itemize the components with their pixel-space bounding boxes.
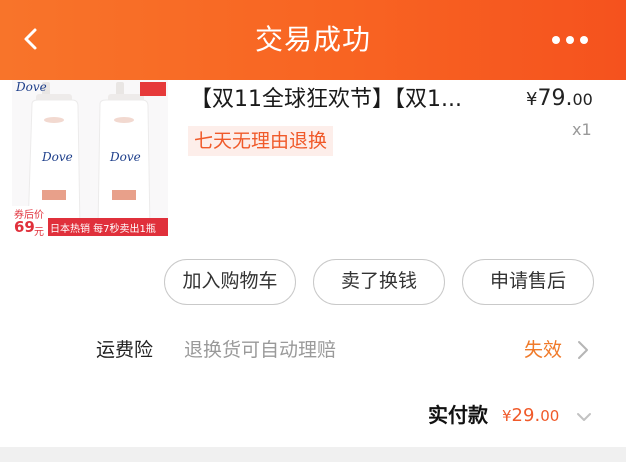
currency-symbol: ¥ xyxy=(526,89,538,110)
product-price: ¥79.00 xyxy=(526,86,593,111)
promo-unit: 元 xyxy=(34,227,44,236)
chevron-down-icon[interactable] xyxy=(576,408,592,421)
shipping-insurance-description: 退换货可自动理赔 xyxy=(184,339,337,361)
paid-amount-label: 实付款 xyxy=(428,403,488,427)
bottle-brand-left: Dove xyxy=(42,150,73,164)
bottle-brand-right: Dove xyxy=(110,150,141,164)
product-quantity: x1 xyxy=(572,120,592,139)
promo-price: 69 xyxy=(14,218,35,236)
promo-banner: 日本热销 每7秒卖出1瓶 xyxy=(50,224,156,235)
paid-currency-symbol: ¥ xyxy=(502,407,512,425)
chevron-right-icon[interactable] xyxy=(576,340,590,360)
price-integer: 79. xyxy=(537,86,573,111)
brand-logo: Dove xyxy=(16,80,47,94)
page-title: 交易成功 xyxy=(254,23,371,56)
paid-integer: 29. xyxy=(511,405,541,426)
shipping-insurance-label: 运费险 xyxy=(96,339,154,361)
return-policy-badge: 七天无理由退换 xyxy=(188,126,334,156)
more-button[interactable] xyxy=(548,26,592,54)
paid-amount: ¥29.00 xyxy=(502,401,559,431)
after-sales-button[interactable]: 申请售后 xyxy=(462,259,594,305)
add-to-cart-button[interactable]: 加入购物车 xyxy=(164,259,296,305)
product-title[interactable]: 【双11全球狂欢节】【双1... xyxy=(190,84,496,116)
resell-button[interactable]: 卖了换钱 xyxy=(313,259,445,305)
product-image[interactable]: Dove Dove Dove 券后价 69 元 日本热销 每7秒卖出1瓶 xyxy=(12,80,168,236)
nav-header: 交易成功 xyxy=(0,0,626,80)
more-dots-icon xyxy=(552,36,588,44)
shipping-insurance-status[interactable]: 失效 xyxy=(524,336,562,364)
paid-decimal: 00 xyxy=(540,407,560,425)
section-divider xyxy=(0,447,626,462)
price-decimal: 00 xyxy=(572,90,593,109)
